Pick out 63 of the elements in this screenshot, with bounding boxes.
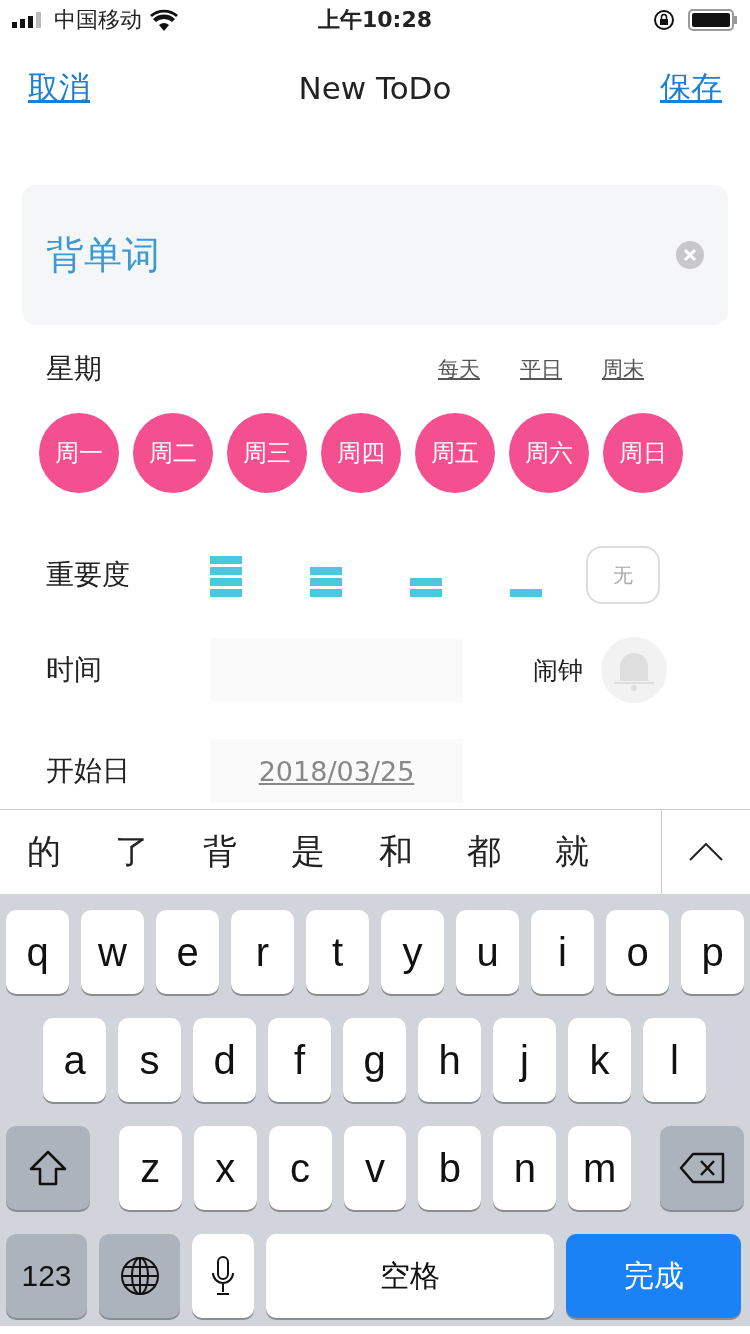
letter-key[interactable]: z <box>118 1126 182 1210</box>
letter-key[interactable]: t <box>306 910 369 994</box>
letter-key[interactable]: r <box>231 910 294 994</box>
wifi-icon <box>150 9 178 31</box>
letter-key[interactable]: l <box>643 1018 706 1102</box>
time-label: 时间 <box>46 652 103 688</box>
weekday-preset-link[interactable]: 平日 <box>520 355 562 383</box>
space-key[interactable]: 空格 <box>266 1234 554 1318</box>
letter-key[interactable]: p <box>681 910 744 994</box>
shift-key[interactable] <box>6 1126 90 1210</box>
letter-key[interactable]: j <box>493 1018 556 1102</box>
cancel-button[interactable]: 取消 <box>28 66 90 109</box>
microphone-icon <box>210 1256 236 1296</box>
start-date-label: 开始日 <box>46 753 131 789</box>
delete-key[interactable] <box>660 1126 744 1210</box>
letter-key[interactable]: h <box>418 1018 481 1102</box>
letter-key[interactable]: e <box>156 910 219 994</box>
letter-key[interactable]: c <box>268 1126 332 1210</box>
candidate-word[interactable]: 是 <box>264 829 352 875</box>
letter-key[interactable]: n <box>493 1126 557 1210</box>
letter-key[interactable]: q <box>6 910 69 994</box>
candidate-word[interactable]: 背 <box>176 829 264 875</box>
letter-key[interactable]: m <box>568 1126 632 1210</box>
letter-key[interactable]: w <box>81 910 144 994</box>
globe-icon <box>119 1256 160 1296</box>
importance-label: 重要度 <box>46 557 131 593</box>
carrier-name: 中国移动 <box>54 6 142 34</box>
backspace-icon <box>679 1152 725 1184</box>
numbers-key[interactable]: 123 <box>6 1234 87 1318</box>
candidate-word[interactable]: 了 <box>88 829 176 875</box>
weekday-preset-link[interactable]: 周末 <box>602 355 644 383</box>
save-button[interactable]: 保存 <box>660 66 722 109</box>
candidate-word[interactable]: 都 <box>440 829 528 875</box>
candidate-word[interactable]: 的 <box>0 829 88 875</box>
letter-key[interactable]: y <box>381 910 444 994</box>
globe-key[interactable] <box>99 1234 180 1318</box>
letter-key[interactable]: s <box>118 1018 181 1102</box>
weekday-label: 星期 <box>46 351 102 387</box>
letter-key[interactable]: k <box>568 1018 631 1102</box>
letter-key[interactable]: i <box>531 910 594 994</box>
letter-key[interactable]: v <box>343 1126 407 1210</box>
screen-title: New ToDo <box>298 69 452 106</box>
letter-key[interactable]: g <box>343 1018 406 1102</box>
rotation-lock-icon <box>652 8 676 32</box>
letter-key[interactable]: a <box>43 1018 106 1102</box>
letter-key[interactable]: o <box>606 910 669 994</box>
done-key[interactable]: 完成 <box>566 1234 741 1318</box>
status-time: 上午10:28 <box>318 6 432 34</box>
shift-icon <box>28 1150 67 1186</box>
chevron-up-icon <box>689 843 723 861</box>
letter-key[interactable]: x <box>193 1126 257 1210</box>
letter-key[interactable]: d <box>193 1018 256 1102</box>
battery-icon <box>688 9 738 31</box>
alarm-label: 闹钟 <box>533 654 583 687</box>
letter-key[interactable]: b <box>418 1126 482 1210</box>
importance-bars-icon[interactable] <box>210 553 242 597</box>
letter-key[interactable]: f <box>268 1018 331 1102</box>
letter-key[interactable]: u <box>456 910 519 994</box>
weekday-preset-link[interactable]: 每天 <box>438 355 480 383</box>
candidate-word[interactable]: 就 <box>528 829 616 875</box>
microphone-key[interactable] <box>192 1234 254 1318</box>
candidate-word[interactable]: 和 <box>352 829 440 875</box>
clear-icon[interactable] <box>676 241 704 269</box>
